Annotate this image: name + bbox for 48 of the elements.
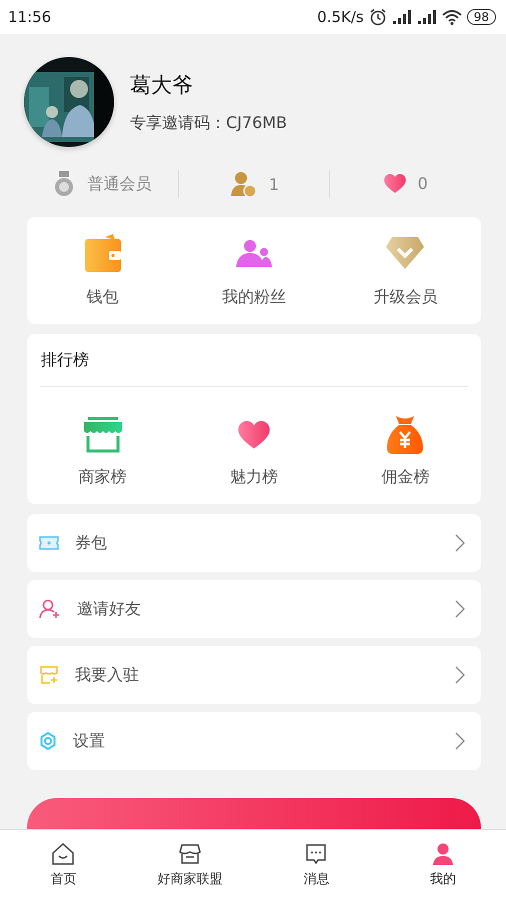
tab-item[interactable]: 我的 <box>380 830 506 900</box>
network-speed: 0.5K/s <box>317 8 364 26</box>
heart-icon <box>238 420 270 450</box>
ranking-item[interactable]: 商家榜 <box>27 415 178 488</box>
shop-icon <box>178 842 202 866</box>
chevron-right-icon <box>455 666 465 684</box>
signal-icon <box>392 10 412 24</box>
ranking-item[interactable]: 佣金榜 <box>330 415 481 488</box>
invite-code: 专享邀请码：CJ76MB <box>130 112 288 134</box>
menu-row[interactable]: 设置 <box>27 712 481 770</box>
settings-icon <box>39 732 57 750</box>
diamond-icon <box>386 237 424 269</box>
chevron-right-icon <box>455 534 465 552</box>
wifi-icon <box>442 10 462 24</box>
tab-item[interactable]: 首页 <box>0 830 126 900</box>
ranking-item[interactable]: 魅力榜 <box>178 415 330 488</box>
chevron-right-icon <box>455 732 465 750</box>
money-bag-icon <box>387 416 424 454</box>
menu-row[interactable]: 邀请好友 <box>27 580 481 638</box>
menu-row[interactable]: 我要入驻 <box>27 646 481 704</box>
tab-item[interactable]: 消息 <box>253 830 380 900</box>
shop-add-icon <box>39 666 59 684</box>
stat-value: 普通会员 <box>87 174 152 194</box>
medal-icon <box>53 171 76 197</box>
user-name: 葛大爷 <box>130 72 194 98</box>
section-title: 排行榜 <box>40 349 90 371</box>
shortcut-item[interactable]: 我的粉丝 <box>178 233 330 308</box>
wallet-icon <box>84 234 121 272</box>
stat-value: 1 <box>268 174 280 194</box>
shortcut-item[interactable]: 升级会员 <box>330 233 481 308</box>
user-icon <box>430 842 455 866</box>
ticket-icon <box>39 536 59 550</box>
alarm-icon <box>368 8 387 26</box>
heart-icon <box>384 174 406 194</box>
user-money-icon <box>228 170 257 198</box>
message-icon <box>304 842 328 866</box>
people-icon <box>236 239 272 267</box>
chevron-right-icon <box>455 600 465 618</box>
battery-level: 98 <box>466 9 496 25</box>
menu-row[interactable]: 券包 <box>27 514 481 572</box>
signal-icon <box>416 10 437 24</box>
home-icon <box>51 842 76 866</box>
tab-item[interactable]: 好商家联盟 <box>126 830 253 900</box>
shop-icon <box>84 417 122 453</box>
stat-value: 0 <box>418 174 428 194</box>
shortcut-item[interactable]: 钱包 <box>27 233 178 308</box>
add-user-icon <box>39 599 61 619</box>
status-time: 11:56 <box>8 8 52 26</box>
